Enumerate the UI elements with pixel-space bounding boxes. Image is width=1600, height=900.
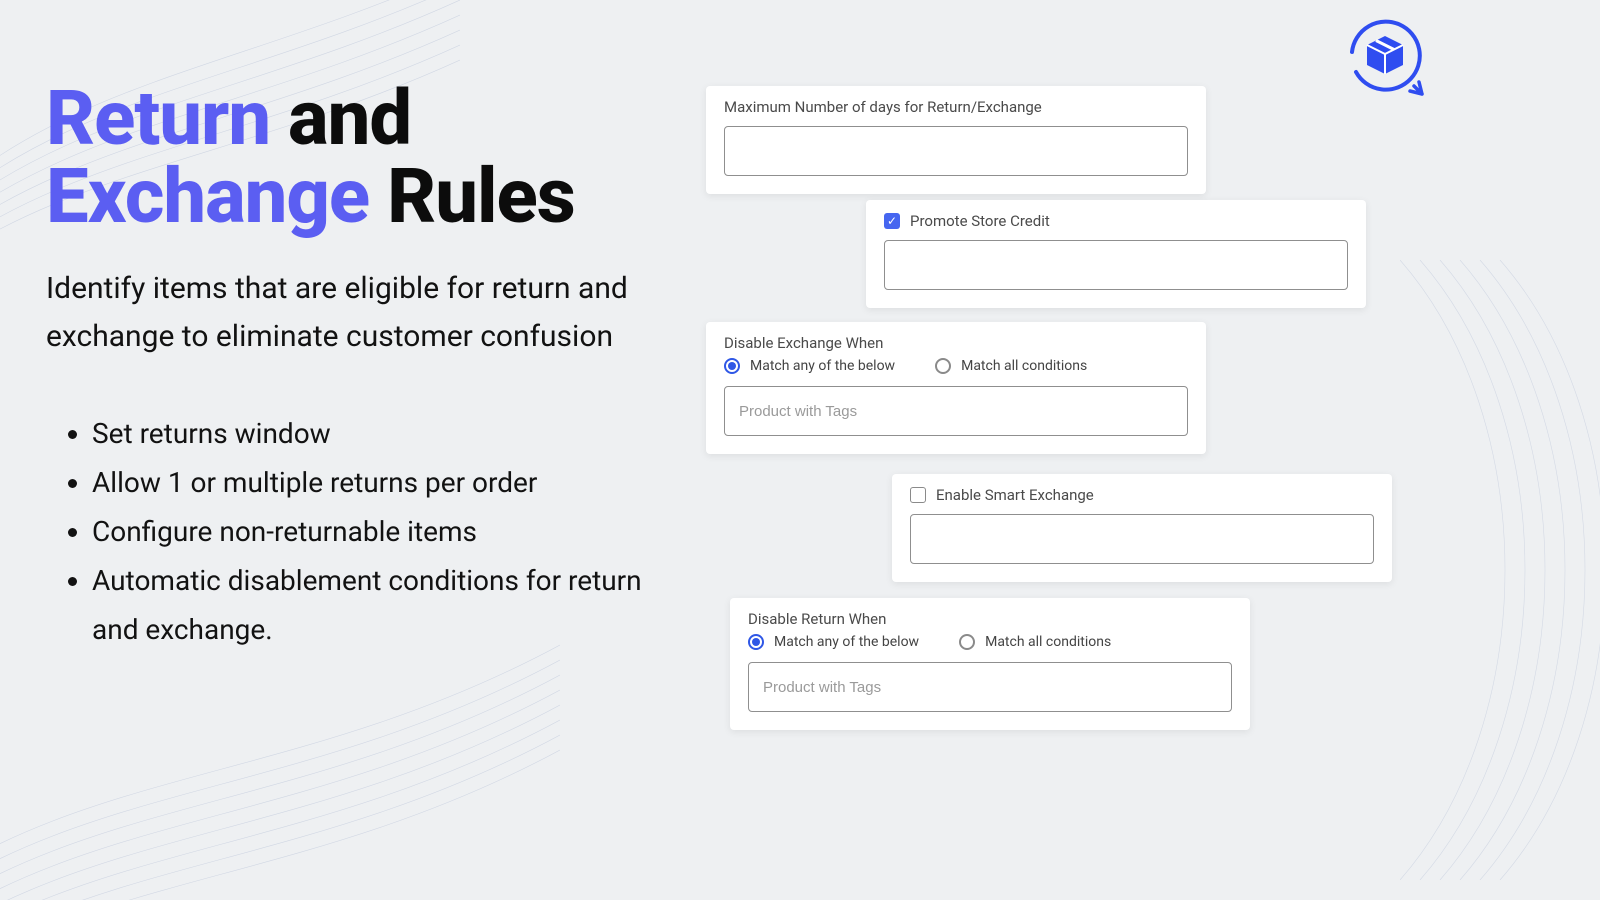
card-disable-exchange: Disable Exchange When Match any of the b… (706, 322, 1206, 454)
title-tail: Rules (369, 151, 575, 241)
card-smart-exchange: Enable Smart Exchange (892, 474, 1392, 582)
disable-exchange-label: Disable Exchange When (724, 334, 1188, 352)
page-title: Return and Exchange Rules (46, 80, 666, 235)
radio-exchange-all-label: Match all conditions (961, 358, 1087, 374)
return-box-logo-icon (1340, 14, 1430, 108)
radio-exchange-any[interactable]: Match any of the below (724, 358, 895, 374)
radio-return-any[interactable]: Match any of the below (748, 634, 919, 650)
radio-off-icon (959, 634, 975, 650)
list-item: Automatic disablement conditions for ret… (92, 556, 666, 654)
promote-credit-label: Promote Store Credit (910, 212, 1050, 230)
radio-exchange-any-label: Match any of the below (750, 358, 895, 374)
card-promote-credit: ✓ Promote Store Credit (866, 200, 1366, 308)
smart-exchange-input[interactable] (910, 514, 1374, 564)
disable-return-tags-input[interactable] (748, 662, 1232, 712)
radio-return-all[interactable]: Match all conditions (959, 634, 1111, 650)
promote-credit-checkbox[interactable]: ✓ (884, 213, 900, 229)
smart-exchange-checkbox[interactable] (910, 487, 926, 503)
card-disable-return: Disable Return When Match any of the bel… (730, 598, 1250, 730)
radio-return-any-label: Match any of the below (774, 634, 919, 650)
max-days-label: Maximum Number of days for Return/Exchan… (724, 98, 1188, 116)
radio-exchange-all[interactable]: Match all conditions (935, 358, 1087, 374)
page-subtitle: Identify items that are eligible for ret… (46, 265, 666, 361)
smart-exchange-label: Enable Smart Exchange (936, 486, 1094, 504)
title-accent-1: Return (46, 73, 270, 163)
list-item: Allow 1 or multiple returns per order (92, 458, 666, 507)
title-mid: and (270, 73, 411, 163)
card-max-days: Maximum Number of days for Return/Exchan… (706, 86, 1206, 194)
radio-on-icon (724, 358, 740, 374)
feature-list: Set returns window Allow 1 or multiple r… (46, 409, 666, 654)
promote-credit-input[interactable] (884, 240, 1348, 290)
title-accent-2: Exchange (46, 151, 369, 241)
radio-return-all-label: Match all conditions (985, 634, 1111, 650)
radio-off-icon (935, 358, 951, 374)
list-item: Configure non-returnable items (92, 507, 666, 556)
max-days-input[interactable] (724, 126, 1188, 176)
radio-on-icon (748, 634, 764, 650)
disable-return-label: Disable Return When (748, 610, 1232, 628)
list-item: Set returns window (92, 409, 666, 458)
disable-exchange-tags-input[interactable] (724, 386, 1188, 436)
